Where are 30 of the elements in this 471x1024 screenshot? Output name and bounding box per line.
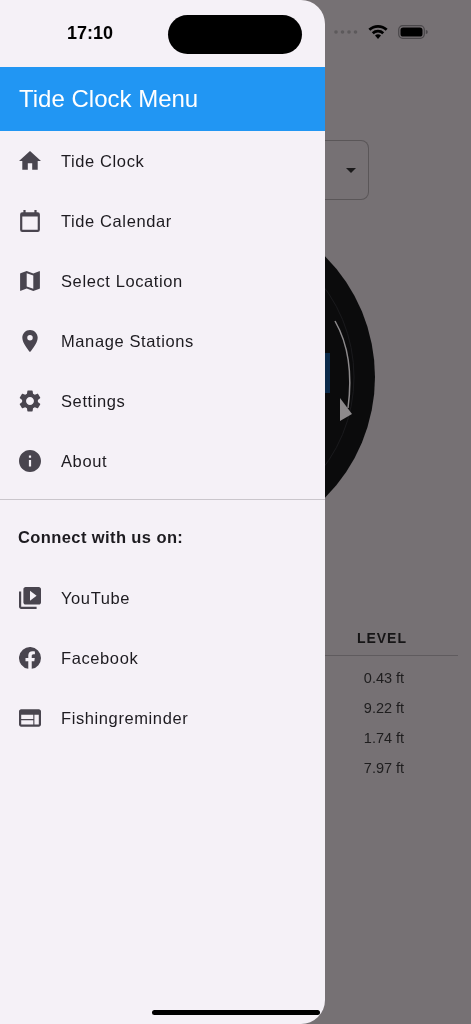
calendar-icon bbox=[19, 210, 41, 232]
browser-panel-icon bbox=[19, 707, 41, 729]
menu-item[interactable]: Tide Clock bbox=[0, 131, 325, 191]
location-pin-icon bbox=[19, 330, 41, 352]
info-icon bbox=[19, 450, 41, 472]
status-time: 17:10 bbox=[67, 23, 114, 44]
table-cell-text: 7.97 ft bbox=[362, 759, 406, 778]
menu-item[interactable]: Manage Stations bbox=[0, 311, 325, 371]
caret-icon bbox=[346, 167, 356, 173]
signal-icon bbox=[334, 29, 358, 34]
menu-item[interactable]: About bbox=[0, 431, 325, 491]
table-cell-text: 1.74 ft bbox=[362, 729, 406, 748]
menu-item[interactable]: Facebook bbox=[0, 628, 325, 688]
wifi-icon bbox=[368, 24, 388, 39]
drawer-title: Tide Clock Menu bbox=[19, 85, 199, 113]
menu-item[interactable]: YouTube bbox=[0, 568, 325, 628]
column-header: LEVEL bbox=[356, 630, 407, 646]
menu-item[interactable]: Tide Calendar bbox=[0, 191, 325, 251]
section-heading: Connect with us on: bbox=[18, 528, 185, 547]
table-cell-text: 0.43 ft bbox=[362, 669, 406, 688]
menu-item[interactable]: Select Location bbox=[0, 251, 325, 311]
settings-icon bbox=[19, 390, 41, 412]
video-library-icon bbox=[19, 587, 41, 609]
map-icon bbox=[19, 270, 41, 292]
facebook-icon bbox=[19, 647, 41, 669]
home-icon bbox=[19, 150, 41, 172]
battery-icon bbox=[398, 24, 428, 39]
menu-item[interactable]: Fishingreminder bbox=[0, 688, 325, 748]
menu-item[interactable]: Settings bbox=[0, 371, 325, 431]
table-cell-text: 9.22 ft bbox=[362, 699, 406, 718]
